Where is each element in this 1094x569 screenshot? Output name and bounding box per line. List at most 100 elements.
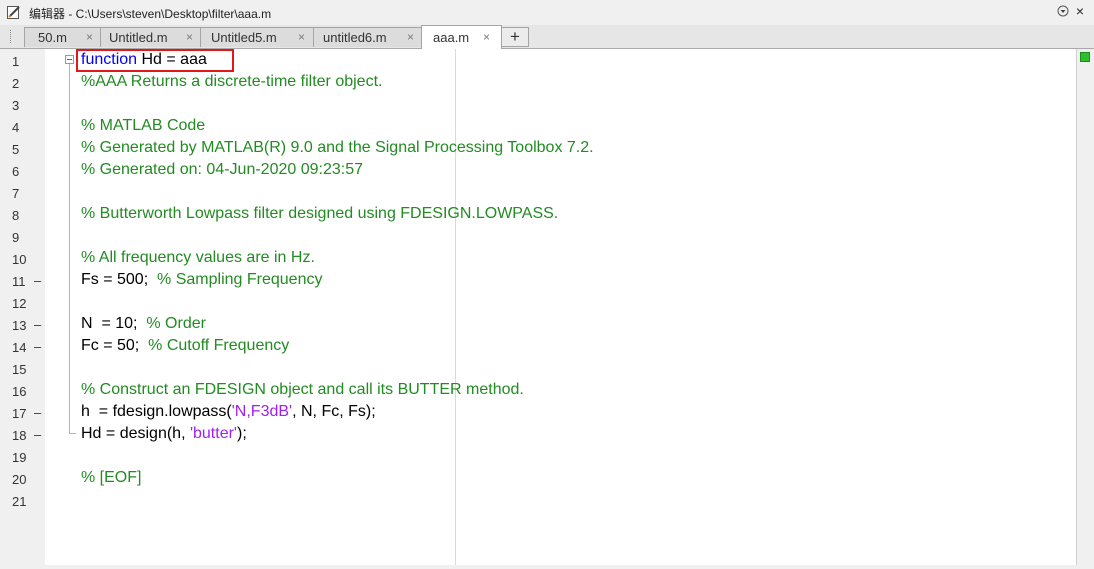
code-line[interactable]: 4 % MATLAB Code xyxy=(0,116,1094,138)
code-text[interactable]: Fs = 500; % Sampling Frequency xyxy=(81,271,322,289)
comment-token: % Construct an FDESIGN object and call i… xyxy=(81,381,524,398)
code-token: N = 10; xyxy=(81,315,147,332)
code-line[interactable]: 17– h = fdesign.lowpass('N,F3dB', N, Fc, … xyxy=(0,402,1094,424)
code-text[interactable]: h = fdesign.lowpass('N,F3dB', N, Fc, Fs)… xyxy=(81,403,376,421)
document-tab-bar: 50.m × Untitled.m × Untitled5.m × untitl… xyxy=(0,25,1094,49)
line-number: 10 xyxy=(12,252,27,267)
code-text[interactable]: Fc = 50; % Cutoff Frequency xyxy=(81,337,289,355)
pencil-icon xyxy=(7,6,20,19)
window-title: 编辑器 - C:\Users\steven\Desktop\filter\aaa… xyxy=(29,7,272,21)
tab-close-icon[interactable]: × xyxy=(186,30,193,44)
tab-bar-grip[interactable] xyxy=(10,30,13,43)
tab-aaa-m[interactable]: aaa.m × xyxy=(421,25,502,49)
code-analyzer-strip[interactable] xyxy=(1076,49,1094,565)
editor-title-bar: 编辑器 - C:\Users\steven\Desktop\filter\aaa… xyxy=(0,0,1094,25)
tab-label: Untitled.m xyxy=(109,30,168,45)
tab-untitled-m[interactable]: Untitled.m × xyxy=(100,27,201,47)
code-line[interactable]: 5 % Generated by MATLAB(R) 9.0 and the Si… xyxy=(0,138,1094,160)
line-number: 5 xyxy=(12,142,20,157)
comment-token: % Sampling Frequency xyxy=(157,271,323,288)
breakpoint-marker[interactable]: – xyxy=(34,273,41,288)
line-number: 14 xyxy=(12,340,27,355)
line-number: 20 xyxy=(12,472,27,487)
comment-token: %AAA Returns a discrete-time filter obje… xyxy=(81,73,383,90)
code-token: , N, Fc, Fs); xyxy=(292,403,376,420)
code-text[interactable]: % Generated on: 04-Jun-2020 09:23:57 xyxy=(81,161,363,179)
tab-close-icon[interactable]: × xyxy=(483,30,490,44)
code-text[interactable]: % [EOF] xyxy=(81,469,141,487)
comment-token: % Order xyxy=(146,315,206,332)
comment-token: % [EOF] xyxy=(81,469,142,486)
code-token: ); xyxy=(236,425,247,442)
code-line[interactable]: 2 %AAA Returns a discrete-time filter obj… xyxy=(0,72,1094,94)
code-text[interactable]: %AAA Returns a discrete-time filter obje… xyxy=(81,73,382,91)
line-number: 4 xyxy=(12,120,20,135)
breakpoint-marker[interactable]: – xyxy=(34,405,41,420)
code-text[interactable]: Hd = design(h, 'butter'); xyxy=(81,425,247,443)
line-number: 3 xyxy=(12,98,20,113)
tab-close-icon[interactable]: × xyxy=(407,30,414,44)
code-line[interactable]: 14– Fc = 50; % Cutoff Frequency xyxy=(0,336,1094,358)
tab-untitled5-m[interactable]: Untitled5.m × xyxy=(200,27,314,47)
line-number: 21 xyxy=(12,494,27,509)
code-text[interactable]: N = 10; % Order xyxy=(81,315,206,333)
tab-label: aaa.m xyxy=(433,30,470,45)
line-number: 12 xyxy=(12,296,27,311)
line-number: 16 xyxy=(12,384,27,399)
comment-token: % Generated by MATLAB(R) 9.0 and the Sig… xyxy=(81,139,594,156)
breakpoint-marker[interactable]: – xyxy=(34,339,41,354)
code-text[interactable]: % MATLAB Code xyxy=(81,117,205,135)
code-line[interactable]: 19 xyxy=(0,446,1094,468)
tab-close-icon[interactable]: × xyxy=(86,30,93,44)
string-token: 'butter' xyxy=(189,425,237,442)
code-line[interactable]: 15 xyxy=(0,358,1094,380)
line-number: 1 xyxy=(12,54,20,69)
code-token: Fs = 500; xyxy=(81,271,158,288)
code-text[interactable]: % All frequency values are in Hz. xyxy=(81,249,315,267)
code-token: Fc = 50; xyxy=(81,337,149,354)
tab-label: Untitled5.m xyxy=(211,30,277,45)
close-editor-button[interactable]: × xyxy=(1073,3,1087,19)
comment-token: % Cutoff Frequency xyxy=(148,337,290,354)
line-number: 18 xyxy=(12,428,27,443)
line-number: 13 xyxy=(12,318,27,333)
breakpoint-marker[interactable]: – xyxy=(34,427,41,442)
line-number: 2 xyxy=(12,76,20,91)
code-token: h = fdesign.lowpass( xyxy=(81,403,232,420)
comment-token: % MATLAB Code xyxy=(81,117,206,134)
tab-untitled6-m[interactable]: untitled6.m × xyxy=(313,27,422,47)
tab-label: untitled6.m xyxy=(323,30,387,45)
code-line[interactable]: 12 xyxy=(0,292,1094,314)
line-number: 11 xyxy=(12,274,26,289)
comment-token: % Generated on: 04-Jun-2020 09:23:57 xyxy=(81,161,363,178)
code-line[interactable]: 18– Hd = design(h, 'butter'); xyxy=(0,424,1094,446)
code-line[interactable]: 7 xyxy=(0,182,1094,204)
code-status-indicator-icon[interactable] xyxy=(1080,52,1090,62)
breakpoint-marker[interactable]: – xyxy=(34,317,41,332)
tab-50-m[interactable]: 50.m × xyxy=(24,27,101,47)
line-number: 17 xyxy=(12,406,27,421)
line-number: 7 xyxy=(12,186,20,201)
function-signature-highlight-box xyxy=(76,49,234,72)
code-line[interactable]: 16 % Construct an FDESIGN object and call… xyxy=(0,380,1094,402)
editor-actions-menu-icon[interactable] xyxy=(1056,3,1070,20)
code-token: Hd = design(h, xyxy=(81,425,190,442)
code-line[interactable]: 6 % Generated on: 04-Jun-2020 09:23:57 xyxy=(0,160,1094,182)
editor-bottom-edge xyxy=(0,565,1094,569)
code-text[interactable]: % Butterworth Lowpass filter designed us… xyxy=(81,205,558,223)
code-line[interactable]: 9 xyxy=(0,226,1094,248)
code-text[interactable]: % Generated by MATLAB(R) 9.0 and the Sig… xyxy=(81,139,594,157)
line-number: 6 xyxy=(12,164,20,179)
comment-token: % Butterworth Lowpass filter designed us… xyxy=(81,205,559,222)
code-line[interactable]: 21 xyxy=(0,490,1094,512)
code-line[interactable]: 11– Fs = 500; % Sampling Frequency xyxy=(0,270,1094,292)
code-line[interactable]: 13– N = 10; % Order xyxy=(0,314,1094,336)
code-line[interactable]: 10 % All frequency values are in Hz. xyxy=(0,248,1094,270)
new-tab-button[interactable]: + xyxy=(501,27,529,47)
comment-token: % All frequency values are in Hz. xyxy=(81,249,315,266)
code-line[interactable]: 3 xyxy=(0,94,1094,116)
tab-close-icon[interactable]: × xyxy=(298,30,305,44)
code-text[interactable]: % Construct an FDESIGN object and call i… xyxy=(81,381,524,399)
code-line[interactable]: 8 % Butterworth Lowpass filter designed u… xyxy=(0,204,1094,226)
code-line[interactable]: 20 % [EOF] xyxy=(0,468,1094,490)
